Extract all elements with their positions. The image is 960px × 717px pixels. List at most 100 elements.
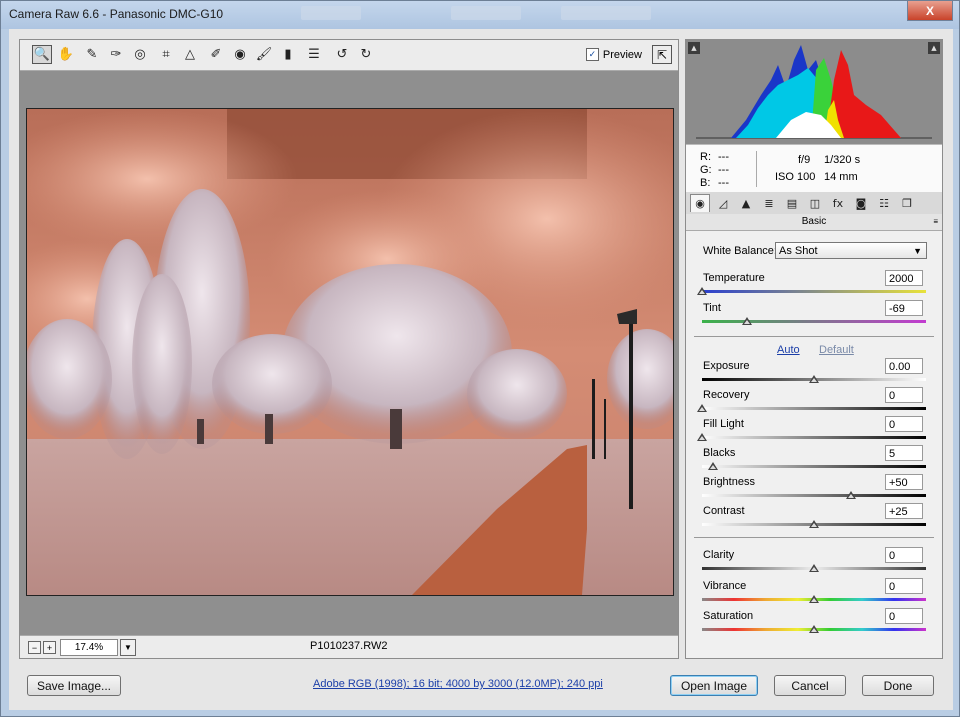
tab-detail[interactable]: ▲ <box>736 194 756 212</box>
slider-value-field[interactable]: 0 <box>885 547 923 563</box>
white-balance-select[interactable]: As Shot ▼ <box>775 242 927 259</box>
default-link[interactable]: Default <box>819 344 854 356</box>
adjustment-brush-icon[interactable]: 🖌 <box>254 45 274 64</box>
adjustments-panel: ▲ ▲ R: --- G: --- B: --- f/9 1/320 s ISO… <box>685 39 943 659</box>
auto-link[interactable]: Auto <box>777 344 800 356</box>
tab-presets[interactable]: ☷ <box>874 194 894 212</box>
slider-thumb[interactable] <box>697 287 707 295</box>
slider-thumb[interactable] <box>809 520 819 528</box>
tab-effects[interactable]: fx <box>828 194 848 212</box>
background-menu-blur <box>301 6 361 20</box>
camera-info: R: --- G: --- B: --- f/9 1/320 s ISO 100… <box>686 144 942 194</box>
slider-thumb[interactable] <box>809 595 819 603</box>
slider-label: Contrast <box>703 505 745 517</box>
slider-thumb[interactable] <box>697 404 707 412</box>
zoom-in-button[interactable]: + <box>43 641 56 654</box>
iso-value: ISO 100 <box>775 171 816 183</box>
preview-toggle[interactable]: ✓ Preview <box>585 48 642 61</box>
slider-track[interactable] <box>702 320 926 323</box>
slider-track[interactable] <box>702 494 926 497</box>
slider-value-field[interactable]: 0 <box>885 387 923 403</box>
background-menu-blur <box>561 6 651 20</box>
window-title: Camera Raw 6.6 - Panasonic DMC-G10 <box>9 7 224 21</box>
slider-track[interactable] <box>702 407 926 410</box>
focal-length-value: 14 mm <box>824 171 858 183</box>
slider-track[interactable] <box>702 290 926 293</box>
tab-camera-calibration[interactable]: ◙ <box>851 194 871 212</box>
cancel-button[interactable]: Cancel <box>774 675 846 696</box>
tab-hsl[interactable]: ≣ <box>759 194 779 212</box>
done-button[interactable]: Done <box>862 675 934 696</box>
zoom-tool-icon[interactable]: 🔍 <box>32 45 52 64</box>
slider-track[interactable] <box>702 465 926 468</box>
zoom-out-button[interactable]: − <box>28 641 41 654</box>
r-value: --- <box>718 151 729 163</box>
slider-label: Blacks <box>703 447 736 459</box>
slider-label: Vibrance <box>703 580 747 592</box>
white-balance-value: As Shot <box>779 245 818 257</box>
slider-thumb[interactable] <box>741 317 752 325</box>
hand-tool-icon[interactable]: ✋ <box>56 45 76 64</box>
panel-tabs: ◉ ◿ ▲ ≣ ▤ ◫ fx ◙ ☷ ❐ <box>686 192 942 215</box>
rotate-left-icon[interactable]: ↺ <box>332 45 352 64</box>
image-preview[interactable] <box>26 108 674 596</box>
rotate-right-icon[interactable]: ↻ <box>356 45 376 64</box>
dialog-client: 🔍✋✎✑◎⌗△✐◉🖌▮☰↺↻ ✓ Preview ⇱ <box>9 29 953 710</box>
preferences-icon[interactable]: ☰ <box>304 45 324 64</box>
background-menu-blur <box>451 6 521 20</box>
slider-thumb[interactable] <box>809 375 819 383</box>
title-bar[interactable]: Camera Raw 6.6 - Panasonic DMC-G10 X <box>1 1 959 29</box>
b-value: --- <box>718 177 729 189</box>
zoom-level-field[interactable]: 17.4% <box>60 639 118 656</box>
tab-snapshots[interactable]: ❐ <box>897 194 917 212</box>
slider-value-field[interactable]: +50 <box>885 474 923 490</box>
slider-value-field[interactable]: -69 <box>885 300 923 316</box>
histogram: ▲ ▲ <box>686 40 942 144</box>
white-balance-tool-icon[interactable]: ✎ <box>82 45 102 64</box>
shutter-value: 1/320 s <box>824 154 861 166</box>
tab-tone-curve[interactable]: ◿ <box>713 194 733 212</box>
open-image-button[interactable]: Open Image <box>670 675 758 696</box>
slider-thumb[interactable] <box>708 462 719 470</box>
color-sampler-tool-icon[interactable]: ✑ <box>106 45 126 64</box>
tab-basic[interactable]: ◉ <box>690 194 710 212</box>
crop-tool-icon[interactable]: ⌗ <box>156 45 176 64</box>
slider-label: Fill Light <box>703 418 744 430</box>
b-label: B: <box>700 177 711 189</box>
slider-thumb[interactable] <box>809 564 819 572</box>
panel-header: Basic ≡ <box>686 214 942 231</box>
graduated-filter-icon[interactable]: ▮ <box>278 45 298 64</box>
slider-thumb[interactable] <box>845 491 856 499</box>
panel-menu-icon[interactable]: ≡ <box>933 214 938 230</box>
camera-raw-window: Camera Raw 6.6 - Panasonic DMC-G10 X 🔍 ✋ ✎… <box>0 0 960 717</box>
slider-value-field[interactable]: 0.00 <box>885 358 923 374</box>
g-label: G: <box>700 164 712 176</box>
slider-thumb[interactable] <box>809 625 819 633</box>
targeted-adjustment-tool-icon[interactable]: ◎ <box>130 45 150 64</box>
tab-split-toning[interactable]: ▤ <box>782 194 802 212</box>
preview-checkbox[interactable]: ✓ <box>585 48 599 61</box>
aperture-value: f/9 <box>798 154 811 166</box>
tab-lens-corrections[interactable]: ◫ <box>805 194 825 212</box>
spot-removal-tool-icon[interactable]: ✐ <box>206 45 226 64</box>
straighten-tool-icon[interactable]: △ <box>180 45 200 64</box>
workflow-options-link[interactable]: Adobe RGB (1998); 16 bit; 4000 by 3000 (… <box>313 678 603 690</box>
red-eye-tool-icon[interactable]: ◉ <box>230 45 250 64</box>
slider-thumb[interactable] <box>697 433 707 441</box>
g-value: --- <box>718 164 729 176</box>
preview-label: Preview <box>602 48 642 61</box>
save-image-button[interactable]: Save Image... <box>27 675 121 696</box>
slider-value-field[interactable]: 0 <box>885 578 923 594</box>
slider-value-field[interactable]: 0 <box>885 608 923 624</box>
slider-value-field[interactable]: +25 <box>885 503 923 519</box>
slider-value-field[interactable]: 5 <box>885 445 923 461</box>
close-icon[interactable]: X <box>907 1 953 21</box>
histogram-graph <box>696 45 932 139</box>
slider-label: Exposure <box>703 360 750 372</box>
zoom-dropdown-icon[interactable]: ▼ <box>120 639 136 656</box>
slider-value-field[interactable]: 0 <box>885 416 923 432</box>
slider-value-field[interactable]: 2000 <box>885 270 923 286</box>
slider-track[interactable] <box>702 436 926 439</box>
info-divider <box>756 151 757 187</box>
fullscreen-toggle-icon[interactable]: ⇱ <box>652 45 672 64</box>
